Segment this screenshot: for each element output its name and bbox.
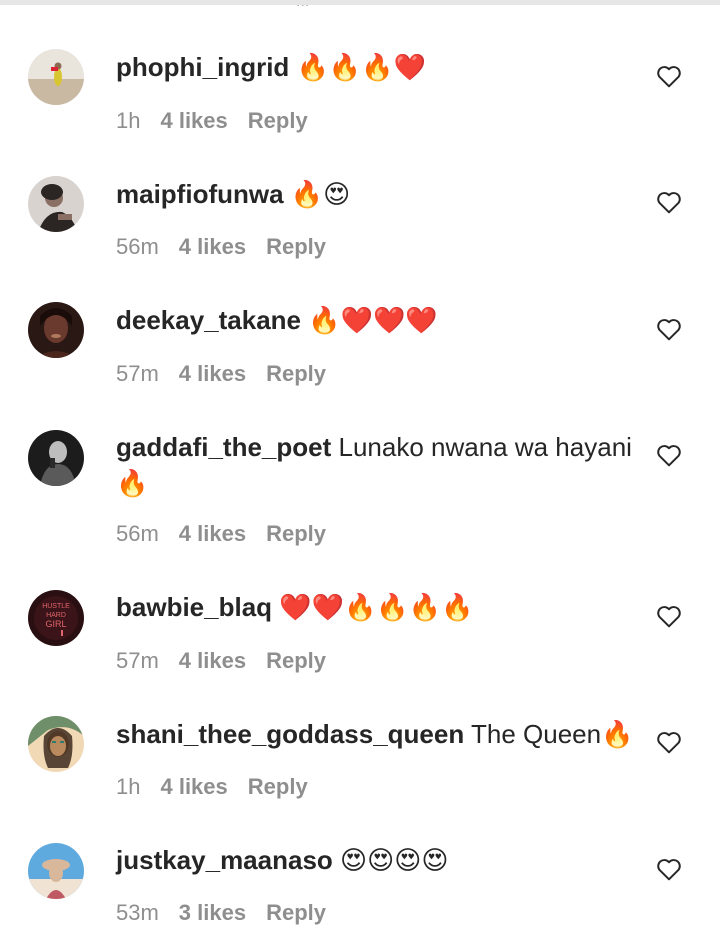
avatar[interactable] — [28, 716, 84, 772]
comment-meta: 1h 4 likes Reply — [116, 108, 308, 134]
comment-text: phophi_ingrid 🔥🔥🔥❤️ — [116, 49, 636, 85]
comment-meta: 1h 4 likes Reply — [116, 774, 308, 800]
comment-text: justkay_maanaso 😍😍😍😍 — [116, 842, 636, 878]
comment-username[interactable]: bawbie_blaq — [116, 592, 272, 622]
comment-body: The Queen🔥 — [471, 719, 634, 749]
comment-time: 1h — [116, 774, 141, 799]
comment-text: maipfiofunwa 🔥😍 — [116, 176, 636, 212]
comment-time: 56m — [116, 234, 159, 259]
reply-button[interactable]: Reply — [266, 521, 326, 546]
comment-time: 1h — [116, 108, 141, 133]
comment-body: 🔥😍 — [290, 179, 351, 209]
comment-body: 🔥❤️❤️❤️ — [308, 305, 438, 335]
comment-body: 😍😍😍😍 — [340, 845, 449, 875]
comment-body: 🔥🔥🔥❤️ — [296, 52, 427, 82]
comment-time: 53m — [116, 900, 159, 925]
comment-meta: 56m 4 likes Reply — [116, 234, 326, 260]
like-heart-icon[interactable] — [656, 604, 682, 628]
comment-likes[interactable]: 4 likes — [179, 521, 246, 546]
like-heart-icon[interactable] — [656, 857, 682, 881]
like-heart-icon[interactable] — [656, 64, 682, 88]
avatar[interactable] — [28, 176, 84, 232]
reply-button[interactable]: Reply — [248, 774, 308, 799]
comment-text: gaddafi_the_poet Lunako nwana wa hayani … — [116, 429, 636, 501]
avatar[interactable] — [28, 302, 84, 358]
comment-username[interactable]: shani_thee_goddass_queen — [116, 719, 464, 749]
comment-time: 56m — [116, 521, 159, 546]
comment-text: shani_thee_goddass_queen The Queen🔥 — [116, 716, 636, 752]
comment-text: deekay_takane 🔥❤️❤️❤️ — [116, 302, 636, 338]
comment-likes[interactable]: 4 likes — [179, 234, 246, 259]
truncated-previous-text: ... — [296, 0, 309, 6]
comment-meta: 56m 4 likes Reply — [116, 521, 326, 547]
reply-button[interactable]: Reply — [266, 648, 326, 673]
comment-likes[interactable]: 4 likes — [179, 361, 246, 386]
reply-button[interactable]: Reply — [266, 361, 326, 386]
like-heart-icon[interactable] — [656, 190, 682, 214]
avatar[interactable] — [28, 49, 84, 105]
like-heart-icon[interactable] — [656, 317, 682, 341]
comment-username[interactable]: deekay_takane — [116, 305, 301, 335]
comment-body: ❤️❤️🔥🔥🔥🔥 — [279, 592, 474, 622]
comment-likes[interactable]: 3 likes — [179, 900, 246, 925]
top-divider — [0, 0, 720, 5]
avatar[interactable] — [28, 843, 84, 899]
avatar-neon-sign: HUSTLE HARD GIRL — [42, 603, 70, 629]
comment-text: bawbie_blaq ❤️❤️🔥🔥🔥🔥 — [116, 589, 636, 625]
comment-time: 57m — [116, 648, 159, 673]
reply-button[interactable]: Reply — [266, 234, 326, 259]
like-heart-icon[interactable] — [656, 730, 682, 754]
like-heart-icon[interactable] — [656, 443, 682, 467]
comment-likes[interactable]: 4 likes — [160, 774, 227, 799]
avatar[interactable] — [28, 430, 84, 486]
comment-meta: 53m 3 likes Reply — [116, 900, 326, 926]
comment-username[interactable]: justkay_maanaso — [116, 845, 333, 875]
reply-button[interactable]: Reply — [266, 900, 326, 925]
comment-username[interactable]: phophi_ingrid — [116, 52, 289, 82]
comment-likes[interactable]: 4 likes — [179, 648, 246, 673]
comment-meta: 57m 4 likes Reply — [116, 361, 326, 387]
comment-username[interactable]: maipfiofunwa — [116, 179, 284, 209]
reply-button[interactable]: Reply — [248, 108, 308, 133]
comment-likes[interactable]: 4 likes — [160, 108, 227, 133]
avatar[interactable]: HUSTLE HARD GIRL — [28, 590, 84, 646]
comment-time: 57m — [116, 361, 159, 386]
comment-username[interactable]: gaddafi_the_poet — [116, 432, 331, 462]
comment-meta: 57m 4 likes Reply — [116, 648, 326, 674]
